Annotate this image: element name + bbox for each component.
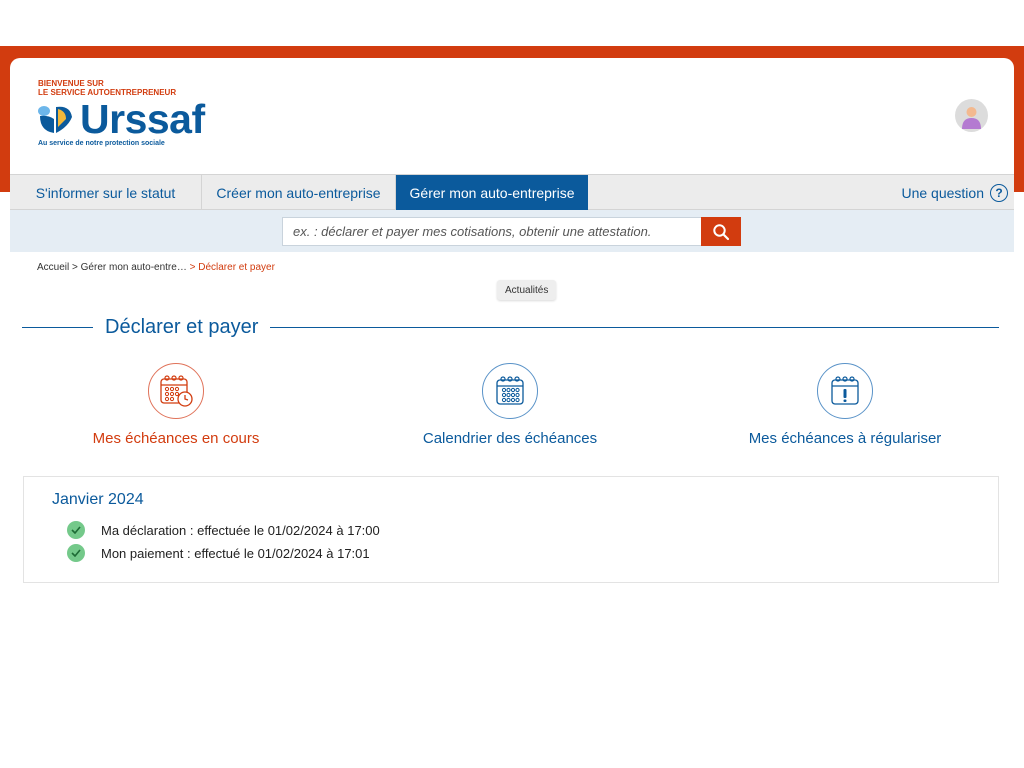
site-header: BIENVENUE SUR LE SERVICE AUTOENTREPRENEU… — [10, 58, 1014, 174]
section-title: Déclarer et payer — [93, 316, 271, 339]
status-text: Mon paiement : effectué le 01/02/2024 à … — [101, 545, 370, 561]
option-echeances-a-regulariser[interactable]: Mes échéances à régulariser — [715, 363, 975, 447]
option-echeances-en-cours[interactable]: Mes échéances en cours — [46, 363, 306, 447]
search-bar — [10, 210, 1014, 252]
calendar-clock-icon — [148, 363, 204, 419]
help-icon: ? — [990, 183, 1008, 202]
calendar-icon — [482, 363, 538, 419]
breadcrumb: Accueil > Gérer mon auto-entre… > Déclar… — [37, 262, 275, 273]
main-nav: S'informer sur le statut Créer mon auto-… — [10, 174, 1014, 210]
user-avatar[interactable] — [955, 99, 988, 132]
search-icon — [713, 223, 730, 240]
urssaf-logo[interactable]: Urssaf — [36, 96, 205, 142]
user-icon — [962, 107, 981, 129]
status-row-paiement: Mon paiement : effectué le 01/02/2024 à … — [67, 544, 370, 562]
tab-gerer-auto-entreprise[interactable]: Gérer mon auto-entreprise — [396, 175, 588, 210]
section-header: Déclarer et payer — [22, 316, 999, 340]
urssaf-logo-icon — [36, 101, 76, 137]
check-icon — [67, 521, 85, 539]
option-label: Mes échéances à régulariser — [748, 430, 942, 447]
check-icon — [67, 544, 85, 562]
urssaf-logo-text: Urssaf — [80, 96, 205, 142]
question-link[interactable]: Une question ? — [901, 175, 1008, 210]
main-card: BIENVENUE SUR LE SERVICE AUTOENTREPRENEU… — [10, 58, 1014, 768]
status-text: Ma déclaration : effectuée le 01/02/2024… — [101, 522, 380, 538]
search-input[interactable] — [282, 217, 702, 246]
period-summary: Janvier 2024 Ma déclaration : effectuée … — [23, 476, 999, 583]
option-calendrier-echeances[interactable]: Calendrier des échéances — [380, 363, 640, 447]
tab-sinformer-statut[interactable]: S'informer sur le statut — [10, 175, 202, 210]
welcome-text: BIENVENUE SUR LE SERVICE AUTOENTREPRENEU… — [38, 79, 176, 97]
breadcrumb-item-current: Déclarer et payer — [198, 262, 275, 273]
breadcrumb-item-accueil[interactable]: Accueil — [37, 262, 69, 273]
option-label: Calendrier des échéances — [422, 430, 598, 447]
question-label: Une question — [901, 184, 984, 201]
calendar-alert-icon — [817, 363, 873, 419]
section-divider — [262, 327, 999, 328]
news-button[interactable]: Actualités — [497, 280, 557, 300]
search-button[interactable] — [701, 217, 741, 246]
logo-tagline: Au service de notre protection sociale — [38, 140, 165, 147]
breadcrumb-item-gerer[interactable]: Gérer mon auto-entre… — [81, 262, 187, 273]
tab-creer-auto-entreprise[interactable]: Créer mon auto-entreprise — [202, 175, 396, 210]
breadcrumb-separator: > — [72, 262, 78, 273]
welcome-line-1: BIENVENUE SUR — [38, 79, 104, 88]
option-label: Mes échéances en cours — [92, 430, 260, 447]
status-row-declaration: Ma déclaration : effectuée le 01/02/2024… — [67, 521, 380, 539]
breadcrumb-separator: > — [189, 262, 196, 273]
period-title: Janvier 2024 — [52, 491, 144, 508]
section-divider — [22, 327, 98, 328]
